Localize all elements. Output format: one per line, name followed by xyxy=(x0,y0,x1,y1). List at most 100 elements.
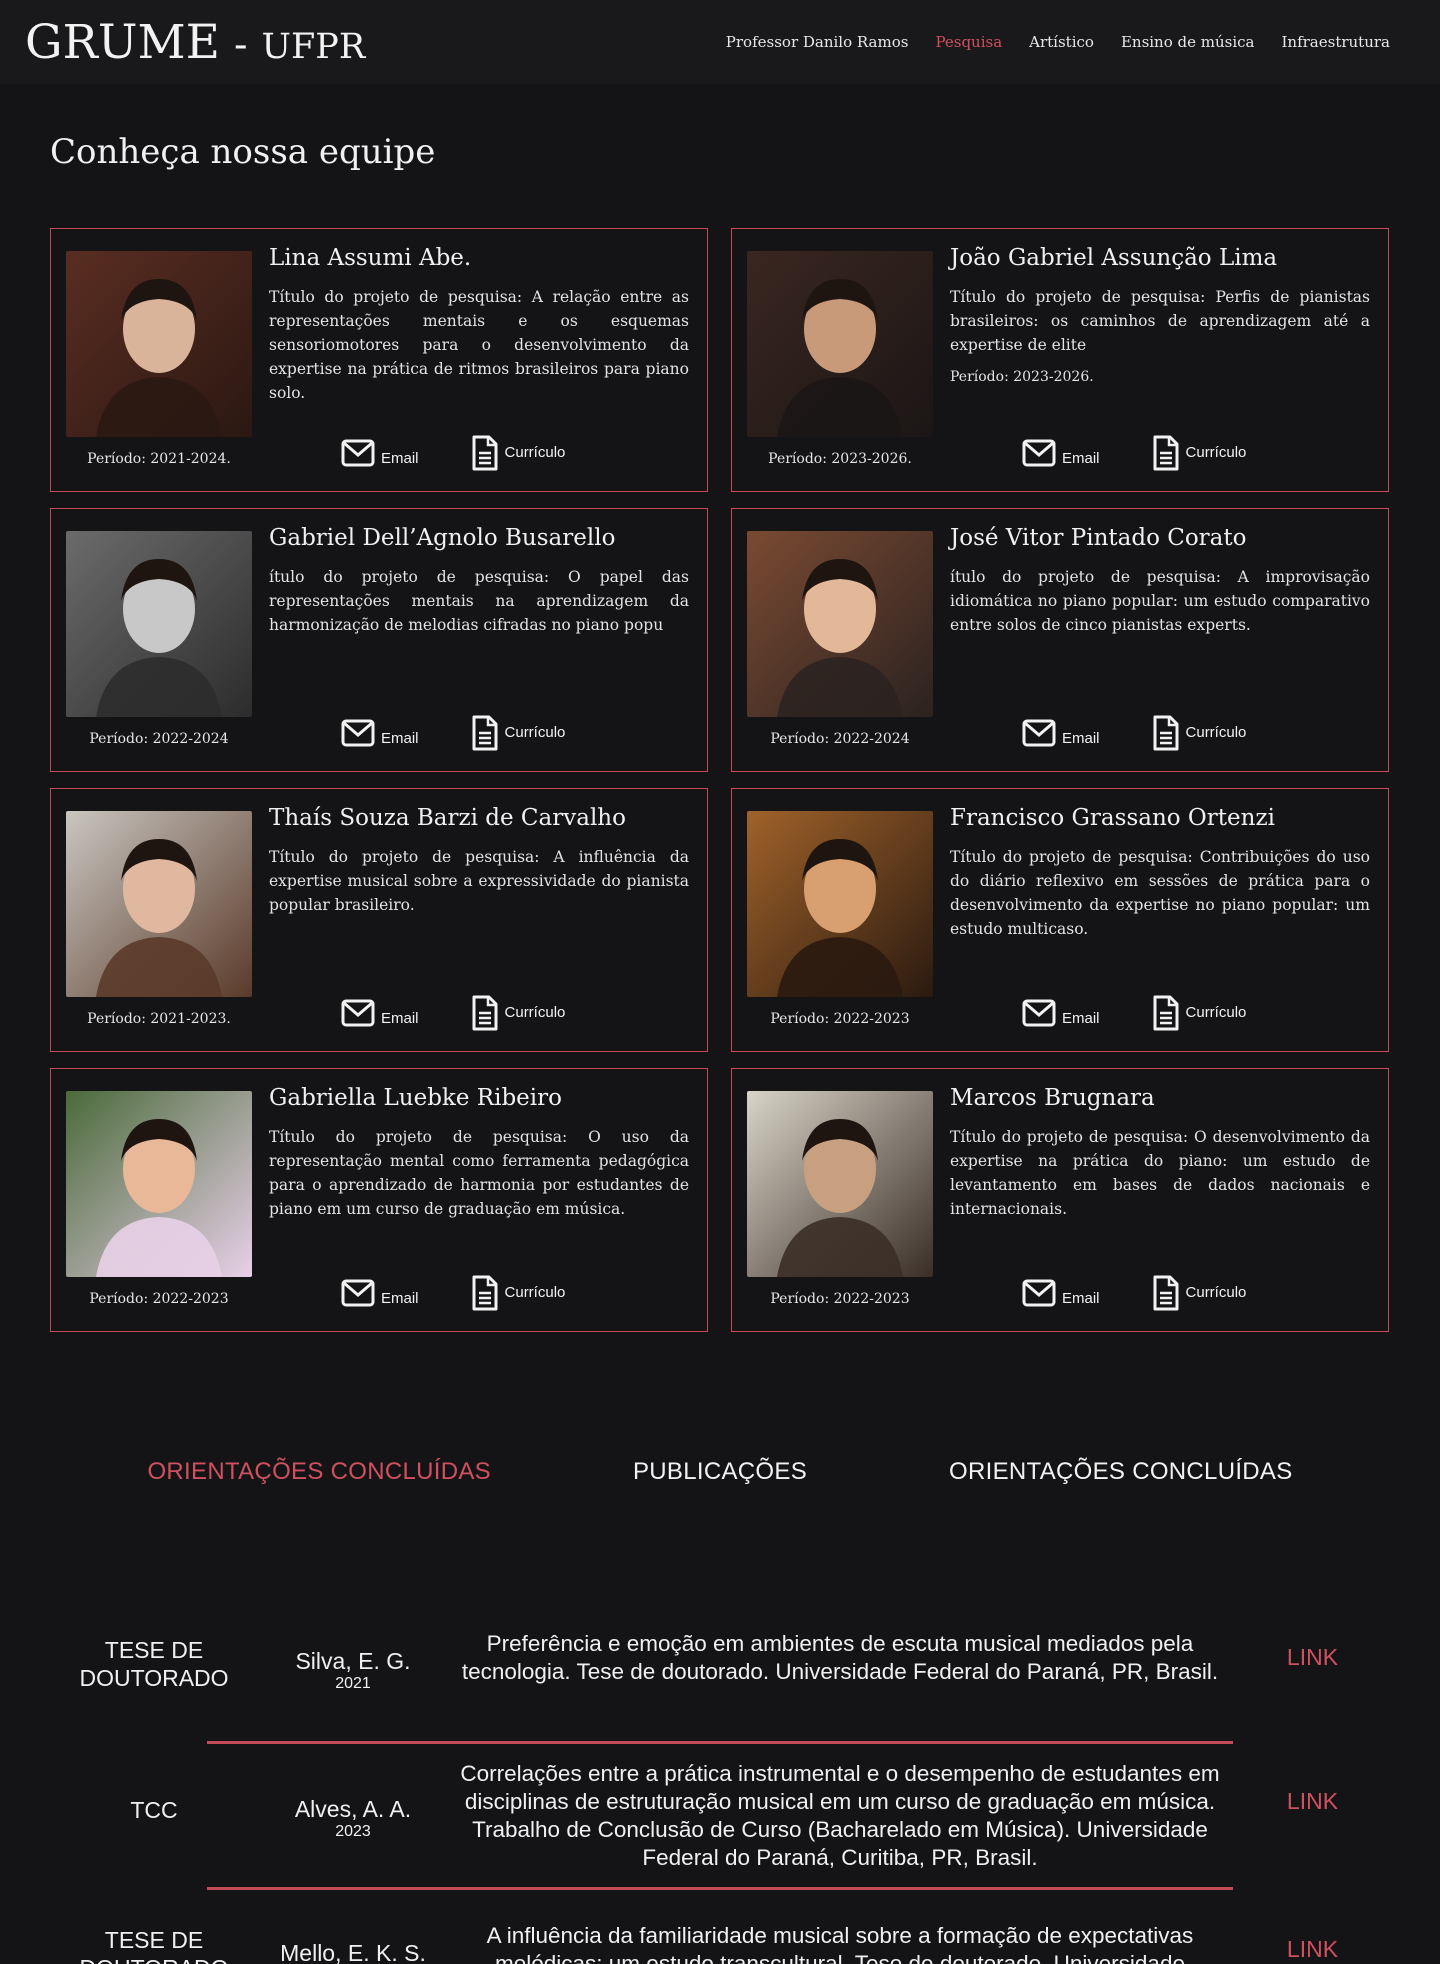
nav-item-artistico[interactable]: Artístico xyxy=(1029,33,1094,51)
document-icon xyxy=(1152,1274,1180,1316)
member-actions: Email Currículo xyxy=(1022,714,1246,756)
email-label: Email xyxy=(381,729,419,747)
email-link[interactable]: Email xyxy=(341,998,419,1032)
work-link[interactable]: LINK xyxy=(1240,1644,1385,1671)
team-member-card: Período: 2022-2023 Gabriella Luebke Ribei… xyxy=(50,1068,708,1332)
work-reference: Preferência e emoção em ambientes de esc… xyxy=(461,1631,1219,1684)
curriculum-label: Currículo xyxy=(504,723,566,741)
team-section-title: Conheça nossa equipe xyxy=(50,132,436,172)
member-photo xyxy=(66,531,252,717)
curriculum-link[interactable]: Currículo xyxy=(1152,434,1246,476)
team-member-card: Período: 2022-2023 Marcos Brugnara Título … xyxy=(731,1068,1389,1332)
member-project: Título do projeto de pesquisa: Perfis de… xyxy=(950,285,1370,389)
document-icon xyxy=(471,714,499,756)
project-description: Título do projeto de pesquisa: O uso da … xyxy=(269,1128,689,1218)
work-reference: Correlações entre a prática instrumental… xyxy=(460,1761,1220,1870)
nav-item-pesquisa[interactable]: Pesquisa xyxy=(935,33,1002,51)
team-member-card: Período: 2022-2024 Gabriel Dell’Agnolo Bu… xyxy=(50,508,708,772)
member-name: Gabriella Luebke Ribeiro xyxy=(269,1085,562,1111)
member-actions: Email Currículo xyxy=(341,994,565,1036)
member-project: Título do projeto de pesquisa: A relação… xyxy=(269,285,689,405)
project-period: Período: 2023-2026. xyxy=(950,369,1094,385)
curriculum-link[interactable]: Currículo xyxy=(471,434,566,476)
tab-orientacoes-concluidas-2[interactable]: ORIENTAÇÕES CONCLUÍDAS xyxy=(949,1458,1293,1486)
email-link[interactable]: Email xyxy=(341,438,419,472)
project-description: ítulo do projeto de pesquisa: A improvis… xyxy=(950,568,1370,634)
curriculum-link[interactable]: Currículo xyxy=(471,1274,566,1316)
work-author: Alves, A. A. 2023 xyxy=(270,1796,436,1841)
mail-icon xyxy=(1022,998,1056,1032)
works-tabs: ORIENTAÇÕES CONCLUÍDAS PUBLICAÇÕES ORIEN… xyxy=(0,1458,1440,1486)
work-type: TESE DE DOUTORADO xyxy=(79,1927,228,1964)
work-link[interactable]: LINK xyxy=(1240,1788,1385,1815)
mail-icon xyxy=(1022,1278,1056,1312)
nav-item-infraestrutura[interactable]: Infraestrutura xyxy=(1282,33,1391,51)
author-name: Mello, E. K. S. xyxy=(280,1940,426,1964)
curriculum-link[interactable]: Currículo xyxy=(1152,714,1247,756)
work-link[interactable]: LINK xyxy=(1240,1936,1385,1963)
email-link[interactable]: Email xyxy=(1022,998,1100,1032)
member-photo xyxy=(66,251,252,437)
member-name: João Gabriel Assunção Lima xyxy=(950,245,1278,271)
project-description: Título do projeto de pesquisa: Contribui… xyxy=(950,848,1370,938)
mail-icon xyxy=(1022,438,1056,472)
nav-item-professor[interactable]: Professor Danilo Ramos xyxy=(726,33,909,51)
email-label: Email xyxy=(381,1289,419,1307)
curriculum-label: Currículo xyxy=(504,1283,566,1301)
curriculum-link[interactable]: Currículo xyxy=(1152,994,1246,1036)
main-nav: Professor Danilo Ramos Pesquisa Artístic… xyxy=(726,33,1390,51)
portrait-image xyxy=(747,1091,933,1277)
author-year: 2021 xyxy=(335,1675,371,1692)
curriculum-link[interactable]: Currículo xyxy=(471,994,566,1036)
team-member-card: Período: 2021-2024. Lina Assumi Abe. Títul… xyxy=(50,228,708,492)
brand-title: GRUME xyxy=(25,14,220,70)
work-author: Silva, E. G. 2021 xyxy=(270,1648,436,1693)
project-description: Título do projeto de pesquisa: A relação… xyxy=(269,288,689,402)
email-link[interactable]: Email xyxy=(341,1278,419,1312)
nav-item-ensino[interactable]: Ensino de música xyxy=(1121,33,1255,51)
document-icon xyxy=(1152,434,1180,476)
member-actions: Email Currículo xyxy=(1022,994,1246,1036)
document-icon xyxy=(471,1274,499,1316)
team-member-card: Período: 2023-2026. João Gabriel Assunção… xyxy=(731,228,1389,492)
mail-icon xyxy=(341,438,375,472)
document-icon xyxy=(471,434,499,476)
member-period: Período: 2022-2023 xyxy=(770,1011,910,1027)
curriculum-link[interactable]: Currículo xyxy=(471,714,566,756)
member-photo xyxy=(66,811,252,997)
member-actions: Email Currículo xyxy=(1022,434,1246,476)
member-photo xyxy=(66,1091,252,1277)
email-label: Email xyxy=(381,449,419,467)
email-link[interactable]: Email xyxy=(1022,718,1100,752)
email-label: Email xyxy=(1062,1289,1100,1307)
portrait-image xyxy=(66,811,252,997)
email-link[interactable]: Email xyxy=(341,718,419,752)
curriculum-label: Currículo xyxy=(504,1003,566,1021)
member-period: Período: 2022-2023 xyxy=(770,1291,910,1307)
mail-icon xyxy=(1022,718,1056,752)
member-period: Período: 2022-2024 xyxy=(770,731,910,747)
member-project: Título do projeto de pesquisa: O uso da … xyxy=(269,1125,689,1221)
curriculum-label: Currículo xyxy=(1185,723,1247,741)
project-description: Título do projeto de pesquisa: A influên… xyxy=(269,848,689,914)
member-period: Período: 2023-2026. xyxy=(768,451,912,467)
member-project: Título do projeto de pesquisa: O desenvo… xyxy=(950,1125,1370,1221)
member-photo xyxy=(747,531,933,717)
brand-separator: - xyxy=(233,21,248,68)
member-name: Thaís Souza Barzi de Carvalho xyxy=(269,805,626,831)
member-name: Lina Assumi Abe. xyxy=(269,245,472,271)
email-link[interactable]: Email xyxy=(1022,1278,1100,1312)
team-grid: Período: 2021-2024. Lina Assumi Abe. Títul… xyxy=(50,228,1389,1332)
member-name: Francisco Grassano Ortenzi xyxy=(950,805,1275,831)
tab-publicacoes[interactable]: PUBLICAÇÕES xyxy=(633,1458,807,1486)
curriculum-link[interactable]: Currículo xyxy=(1152,1274,1246,1316)
author-name: Silva, E. G. xyxy=(295,1648,411,1674)
document-icon xyxy=(1152,714,1180,756)
brand-logo[interactable]: GRUME - UFPR xyxy=(25,15,365,70)
curriculum-label: Currículo xyxy=(504,443,566,461)
member-actions: Email Currículo xyxy=(1022,1274,1246,1316)
table-divider xyxy=(207,1741,1233,1744)
email-link[interactable]: Email xyxy=(1022,438,1100,472)
member-name: Marcos Brugnara xyxy=(950,1085,1155,1111)
tab-orientacoes-concluidas[interactable]: ORIENTAÇÕES CONCLUÍDAS xyxy=(147,1458,491,1486)
